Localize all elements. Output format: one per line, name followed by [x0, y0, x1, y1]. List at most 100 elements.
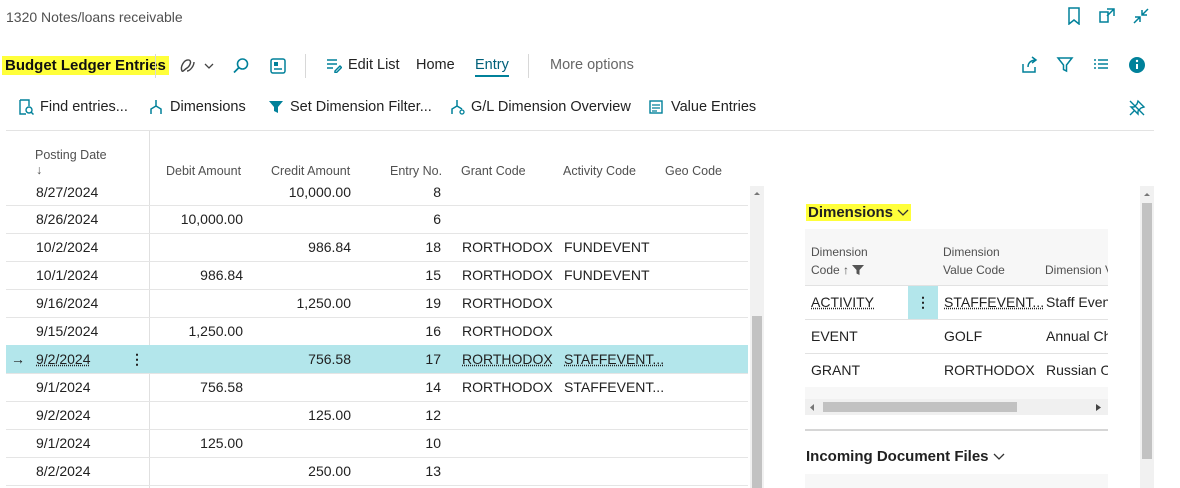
debit-amount-cell: 125.00	[200, 435, 243, 451]
dimension-row[interactable]: GRANT RORTHODOX Russian O	[805, 353, 1108, 387]
posting-date-cell[interactable]: 9/2/2024	[36, 351, 91, 367]
edit-list-button[interactable]: Edit List	[326, 57, 400, 73]
column-header-geo-code[interactable]: Geo Code	[665, 164, 722, 178]
share-icon[interactable]	[1020, 56, 1038, 74]
dim-name-header[interactable]: Dimension V	[1045, 263, 1108, 277]
posting-date-cell: 10/2/2024	[36, 239, 99, 255]
table-row[interactable]: 8/26/2024 10,000.00 6	[6, 205, 748, 234]
incoming-documents-factbox-header[interactable]: Incoming Document Files	[806, 448, 1005, 465]
activity-code-cell: FUNDEVENT	[564, 239, 650, 255]
table-row[interactable]: 8/2/2024 250.00 13	[6, 457, 748, 486]
scrollbar-thumb[interactable]	[1142, 203, 1152, 459]
chevron-down-icon	[897, 209, 909, 216]
dimensions-icon	[148, 99, 164, 115]
layout-button[interactable]	[269, 57, 287, 75]
separator	[528, 54, 529, 78]
dimension-code-cell: EVENT	[811, 328, 858, 344]
table-row[interactable]: 9/15/2024 1,250.00 16 RORTHODOX	[6, 317, 748, 346]
chevron-down-icon	[993, 453, 1005, 460]
row-actions-ellipsis-icon[interactable]: ⋮	[130, 351, 144, 368]
activity-code-cell[interactable]: STAFFEVENT...	[564, 351, 664, 367]
dimension-value-code-cell: RORTHODOX	[944, 362, 1035, 378]
column-header-activity-code[interactable]: Activity Code	[563, 164, 636, 178]
value-entries-icon	[649, 99, 665, 115]
scrollbar-thumb[interactable]	[823, 402, 1017, 412]
dimension-row[interactable]: EVENT GOLF Annual Ch	[805, 319, 1108, 353]
dim-code-header[interactable]: Code ↑	[811, 263, 865, 277]
row-actions-ellipsis-icon[interactable]: ⋮	[908, 286, 938, 319]
credit-amount-cell: 125.00	[308, 407, 351, 423]
value-entries-button[interactable]: Value Entries	[649, 99, 756, 115]
table-row[interactable]: 10/2/2024 986.84 18 RORTHODOX FUNDEVENT	[6, 233, 748, 262]
dimension-code-cell: GRANT	[811, 362, 860, 378]
table-row[interactable]: 9/16/2024 1,250.00 19 RORTHODOX	[6, 289, 748, 318]
scroll-left-icon[interactable]	[810, 404, 815, 411]
find-entries-button[interactable]: Find entries...	[18, 99, 128, 115]
list-view-icon[interactable]	[1092, 56, 1110, 74]
incoming-documents-title: Incoming Document Files	[806, 448, 989, 465]
debit-amount-cell: 1,250.00	[188, 323, 244, 339]
open-new-window-icon[interactable]	[1098, 7, 1116, 25]
table-row[interactable]: 10/1/2024 986.84 15 RORTHODOX FUNDEVENT	[6, 261, 748, 290]
action-bar-right	[1020, 56, 1146, 74]
factbox-pane: Dimensions Dimension Code ↑ Dimension Va…	[765, 186, 1140, 488]
filter-icon	[268, 99, 284, 115]
tab-entry[interactable]: Entry	[475, 57, 509, 77]
set-dimension-filter-button[interactable]: Set Dimension Filter...	[268, 99, 432, 115]
collapse-icon[interactable]	[1132, 7, 1150, 25]
dim-value-header-line2[interactable]: Value Code	[943, 263, 1005, 277]
filter-icon[interactable]	[1056, 56, 1074, 74]
posting-date-cell: 9/1/2024	[36, 379, 91, 395]
column-header-grant-code[interactable]: Grant Code	[461, 164, 526, 178]
entry-no-cell: 16	[425, 323, 441, 339]
scroll-up-icon[interactable]	[1143, 191, 1151, 197]
column-header-posting-date[interactable]: Posting Date	[35, 148, 107, 162]
table-row[interactable]: → 9/2/2024 ⋮ 756.58 17 RORTHODOX STAFFEVENT...	[6, 345, 748, 374]
dimensions-horizontal-scrollbar[interactable]	[805, 399, 1108, 415]
scroll-up-icon[interactable]	[753, 190, 761, 196]
dim-code-header-line1: Dimension	[811, 245, 868, 259]
entry-no-cell: 10	[425, 435, 441, 451]
table-row[interactable]: 9/1/2024 756.58 14 RORTHODOX STAFFEVENT...	[6, 373, 748, 402]
dimension-code-cell[interactable]: ACTIVITY	[811, 294, 874, 310]
chevron-down-icon	[204, 62, 214, 70]
separator	[155, 54, 156, 78]
entry-no-cell: 13	[425, 463, 441, 479]
factbox-vertical-scrollbar[interactable]	[1140, 186, 1154, 488]
dimension-row[interactable]: ACTIVITY ⋮ STAFFEVENT... Staff Event	[805, 285, 1108, 319]
dimension-value-code-cell[interactable]: STAFFEVENT...	[944, 294, 1044, 310]
more-options-button[interactable]: More options	[550, 57, 634, 73]
debit-amount-cell: 10,000.00	[180, 211, 243, 227]
search-button[interactable]	[232, 57, 250, 75]
column-header-entry-no[interactable]: Entry No.	[390, 164, 442, 178]
dimensions-factbox-header[interactable]: Dimensions	[806, 204, 912, 221]
incoming-documents-panel	[805, 474, 1108, 488]
credit-amount-cell: 1,250.00	[296, 295, 352, 311]
grid-vertical-scrollbar[interactable]	[750, 186, 764, 488]
top-bar: 1320 Notes/loans receivable	[0, 0, 1180, 46]
dimension-value-name-cell: Staff Event	[1046, 294, 1108, 310]
entry-no-cell: 6	[433, 211, 441, 227]
dimensions-button[interactable]: Dimensions	[148, 99, 246, 115]
top-icons	[1066, 7, 1150, 25]
scroll-right-icon[interactable]	[1096, 404, 1101, 411]
dim-code-header-line2: Code ↑	[811, 263, 850, 277]
scrollbar-thumb[interactable]	[752, 316, 762, 488]
grant-code-cell[interactable]: RORTHODOX	[462, 351, 553, 367]
column-header-credit-amount[interactable]: Credit Amount	[271, 164, 350, 178]
table-row[interactable]: 8/27/2024 10,000.00 8	[6, 180, 748, 206]
gl-dimension-overview-button[interactable]: G/L Dimension Overview	[449, 99, 631, 115]
promoted-actions-bar: Find entries... Dimensions Set Dimension…	[6, 88, 1154, 131]
grant-code-cell: RORTHODOX	[462, 239, 553, 255]
pin-button[interactable]	[1128, 99, 1146, 117]
bookmark-icon[interactable]	[1066, 7, 1082, 25]
dim-value-header-line1: Dimension	[943, 245, 1000, 259]
table-row[interactable]: 9/1/2024 125.00 10	[6, 429, 748, 458]
copilot-dropdown-button[interactable]	[178, 57, 214, 75]
dimensions-label: Dimensions	[170, 99, 246, 115]
info-icon[interactable]	[1128, 56, 1146, 74]
table-row[interactable]: 9/2/2024 125.00 12	[6, 401, 748, 430]
column-header-debit-amount[interactable]: Debit Amount	[166, 164, 241, 178]
entry-no-cell: 14	[425, 379, 441, 395]
tab-home[interactable]: Home	[416, 57, 455, 73]
